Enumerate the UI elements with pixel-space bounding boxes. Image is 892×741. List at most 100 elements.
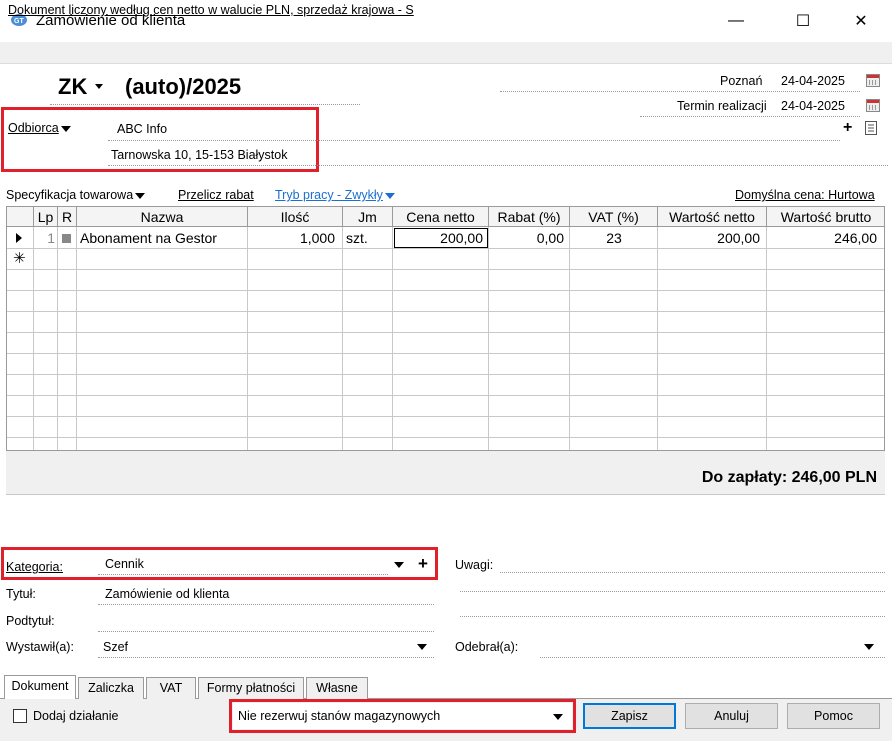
recipient-name[interactable]: ABC Info	[117, 122, 167, 136]
issued-by-label: Wystawił(a):	[6, 640, 74, 654]
chevron-down-icon	[135, 192, 146, 199]
recalc-discount-link[interactable]: Przelicz rabat	[178, 188, 254, 202]
notes-field[interactable]	[500, 572, 885, 573]
column-header-vat[interactable]: VAT (%)	[570, 207, 658, 227]
notes-field-line[interactable]	[460, 591, 885, 592]
grid-line	[7, 353, 884, 354]
document-number[interactable]: (auto)/2025	[125, 74, 241, 100]
divider	[6, 494, 885, 495]
divider	[540, 657, 885, 658]
divider	[50, 104, 360, 105]
column-header-net-value[interactable]: Wartość netto	[658, 207, 767, 227]
tab-document[interactable]: Dokument	[4, 675, 76, 700]
column-header-quantity[interactable]: Ilość	[248, 207, 343, 227]
svg-text:GT: GT	[14, 18, 24, 25]
current-row-pointer-icon	[16, 233, 22, 243]
cell-vat[interactable]: 23	[570, 228, 658, 248]
place-date-field[interactable]: 24-04-2025	[781, 74, 845, 88]
work-mode-link[interactable]: Tryb pracy - Zwykły	[275, 188, 395, 202]
calendar-icon[interactable]	[866, 74, 880, 87]
divider	[98, 574, 388, 575]
grid-line	[7, 437, 884, 438]
items-table[interactable]: Lp R Nazwa Ilość Jm Cena netto Rabat (%)…	[6, 206, 885, 451]
column-header-net-price[interactable]: Cena netto	[393, 207, 489, 227]
column-header-r[interactable]: R	[58, 207, 77, 227]
divider	[98, 631, 434, 632]
reservation-marker-icon[interactable]	[62, 234, 71, 243]
grid-line	[7, 311, 884, 312]
new-row-icon[interactable]: ✳	[13, 249, 26, 269]
help-button[interactable]: Pomoc	[787, 703, 880, 729]
column-header-unit[interactable]: Jm	[343, 207, 393, 227]
chevron-down-icon[interactable]	[95, 84, 103, 89]
document-type[interactable]: ZK	[58, 74, 87, 100]
chevron-down-icon	[384, 192, 395, 199]
column-header-gross-value[interactable]: Wartość brutto	[767, 207, 884, 227]
subtitle-label: Podtytuł:	[6, 614, 55, 628]
place-label: Poznań	[720, 74, 763, 88]
calendar-icon[interactable]	[866, 99, 880, 112]
divider	[98, 657, 434, 658]
cell-name[interactable]: Abonament na Gestor	[80, 228, 217, 248]
recipient-address: Tarnowska 10, 15-153 Białystok	[111, 148, 288, 162]
chevron-down-icon[interactable]	[864, 644, 874, 650]
document-pricing-info[interactable]: Dokument liczony według cen netto w walu…	[8, 3, 414, 17]
tab-advance[interactable]: Zaliczka	[78, 677, 144, 699]
grid-line	[7, 416, 884, 417]
cell-lp: 1	[47, 230, 55, 246]
recipient-label[interactable]: Odbiorca	[8, 121, 71, 135]
divider	[108, 165, 888, 166]
cancel-button[interactable]: Anuluj	[685, 703, 778, 729]
reservation-select[interactable]: Nie rezerwuj stanów magazynowych	[233, 703, 572, 729]
add-icon[interactable]: +	[843, 119, 852, 137]
cell-discount[interactable]: 0,00	[489, 228, 564, 248]
grid-line	[7, 269, 884, 270]
due-date-field[interactable]: 24-04-2025	[781, 99, 845, 113]
title-field[interactable]: Zamówienie od klienta	[105, 587, 229, 601]
specification-menu[interactable]: Specyfikacja towarowa	[6, 188, 146, 202]
divider	[108, 140, 840, 141]
maximize-button[interactable]: ☐	[780, 0, 826, 42]
add-action-checkbox[interactable]	[13, 709, 27, 723]
grid-line	[7, 332, 884, 333]
column-header-name[interactable]: Nazwa	[77, 207, 248, 227]
divider	[500, 91, 860, 92]
received-by-label: Odebrał(a):	[455, 640, 519, 654]
category-highlight	[1, 547, 438, 580]
cell-quantity[interactable]: 1,000	[248, 228, 335, 248]
column-header-discount[interactable]: Rabat (%)	[489, 207, 570, 227]
total-to-pay: Do zapłaty: 246,00 PLN	[701, 469, 877, 486]
cell-gross-value: 246,00	[834, 230, 877, 246]
category-label[interactable]: Kategoria:	[6, 560, 63, 574]
add-category-button[interactable]: +	[418, 554, 428, 574]
divider	[98, 604, 434, 605]
issued-by-select[interactable]: Szef	[103, 640, 128, 654]
column-header-selector	[7, 207, 34, 227]
save-button[interactable]: Zapisz	[583, 703, 676, 729]
chevron-down-icon[interactable]	[394, 562, 404, 568]
grid-line	[7, 248, 884, 249]
tab-payment-forms[interactable]: Formy płatności	[198, 677, 304, 699]
tab-custom[interactable]: Własne	[306, 677, 368, 699]
cell-unit[interactable]: szt.	[346, 228, 368, 248]
tab-vat[interactable]: VAT	[146, 677, 196, 699]
divider	[640, 116, 860, 117]
grid-line	[7, 374, 884, 375]
grid-line	[7, 395, 884, 396]
minimize-button[interactable]: —	[713, 0, 759, 42]
chevron-down-icon[interactable]	[417, 644, 427, 650]
default-price-link[interactable]: Domyślna cena: Hurtowa	[735, 188, 875, 202]
grid-line	[7, 290, 884, 291]
notes-label: Uwagi:	[455, 558, 494, 572]
total-bar: Do zapłaty: 246,00 PLN	[6, 451, 885, 495]
add-action-label[interactable]: Dodaj działanie	[33, 709, 118, 723]
cell-net-price[interactable]: 200,00	[394, 228, 488, 248]
list-icon[interactable]	[865, 121, 877, 135]
notes-field-line[interactable]	[460, 616, 885, 617]
close-button[interactable]: ✕	[838, 0, 884, 42]
table-header: Lp R Nazwa Ilość Jm Cena netto Rabat (%)…	[7, 207, 884, 227]
column-header-lp[interactable]: Lp	[34, 207, 58, 227]
chevron-down-icon	[60, 125, 71, 132]
category-select[interactable]: Cennik	[105, 557, 144, 571]
due-label: Termin realizacji	[677, 99, 767, 113]
